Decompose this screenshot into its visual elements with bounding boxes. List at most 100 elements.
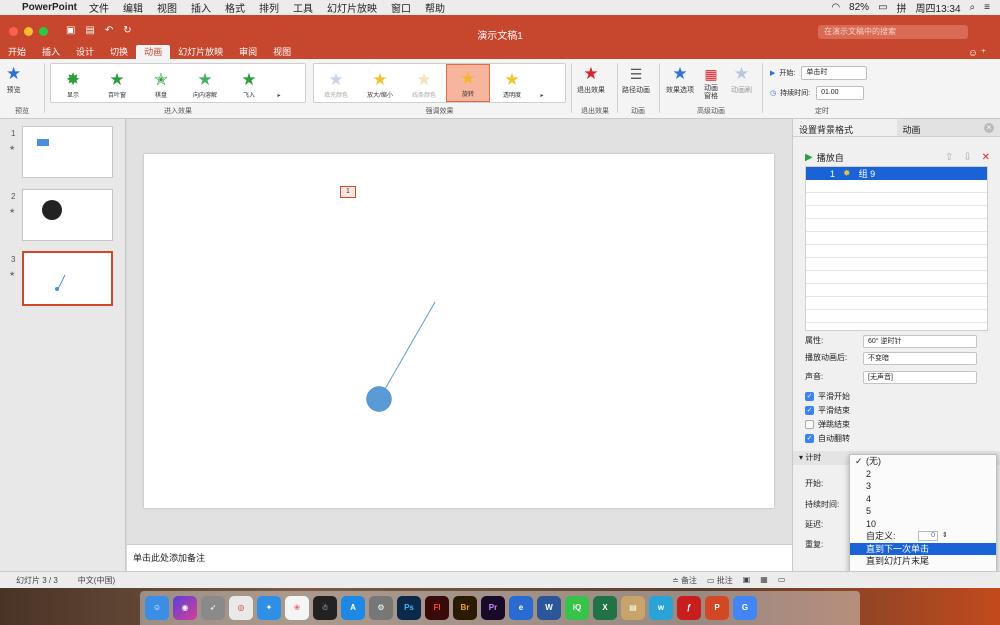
chrome-icon[interactable]: ◎ [229,596,253,620]
repeat-option-5[interactable]: 5 [850,505,996,518]
bounce-end-checkbox[interactable]: 弹跳结束 [805,419,977,430]
tab-review[interactable]: 审阅 [231,45,265,59]
play-icon[interactable]: ▶ [805,152,813,163]
custom-value-input[interactable]: 0 [918,531,938,541]
effect-checkerboard[interactable]: ✭ 棋盘 [139,64,183,102]
effect-fly-in[interactable]: ★ 飞入 [227,64,271,102]
menu-view[interactable]: 视图 [157,0,177,15]
start-select[interactable]: 单击时 [801,66,868,80]
path-animation-button[interactable]: ☰ 路径动画 [622,63,650,95]
effect-spin[interactable]: ★ 旋转 [446,64,490,102]
move-up-icon[interactable]: ⇧ [945,152,953,163]
effect-grow-shrink[interactable]: ★ 放大/缩小 [358,64,402,102]
menu-arrange[interactable]: 排列 [259,0,279,15]
tab-transitions[interactable]: 切换 [102,45,136,59]
notes-area[interactable]: 单击此处添加备注 [127,544,792,571]
menu-tools[interactable]: 工具 [293,0,313,15]
exit-effects-button[interactable]: ★ 退出效果 [577,63,605,95]
slide-thumbnail-3[interactable] [22,251,113,306]
flash-pro-icon[interactable]: Fl [425,596,449,620]
delete-icon[interactable]: ✕ [982,152,990,163]
effect-blinds[interactable]: ★ 百叶窗 [95,64,139,102]
repeat-option-until-end-of-slide[interactable]: 直到幻灯片末尾 [850,555,996,568]
account-icon[interactable]: ☺ ⁺ [968,48,1000,59]
tab-slideshow[interactable]: 幻灯片放映 [170,45,231,59]
close-pane-icon[interactable]: × [984,123,994,133]
repeat-option-until-next-click[interactable]: 直到下一次单击 [850,542,996,555]
qq-icon[interactable]: ☃ [313,596,337,620]
stepper-icon[interactable]: ⇕ [942,530,948,543]
pendulum-group[interactable] [144,154,774,508]
property-select[interactable]: 60° 逆时针 [863,335,977,348]
animation-pane-button[interactable]: ▦ 动画 窗格 [704,63,718,101]
effect-options-button[interactable]: ★ 效果选项 [666,63,694,95]
menu-format[interactable]: 格式 [225,0,245,15]
app-menu[interactable]: PowerPoint [22,2,77,13]
battery-icon[interactable]: ▭ [878,2,887,13]
wunderlist-icon[interactable]: w [649,596,673,620]
battery-percent[interactable]: 82% [849,2,869,13]
repeat-option-4[interactable]: 4 [850,493,996,506]
slide-thumbnail-2[interactable] [22,189,113,241]
search-icon[interactable]: ⌕ [970,2,976,13]
preview-button[interactable]: ★ 预览 [6,63,21,95]
normal-view-icon[interactable]: ▣ [743,575,751,586]
move-down-icon[interactable]: ⇩ [963,152,971,163]
safari-icon[interactable]: ✦ [257,596,281,620]
repeat-option-2[interactable]: 2 [850,468,996,481]
gallery-more-arrow[interactable]: ▸ [534,64,550,102]
iqiyi-icon[interactable]: iQ [565,596,589,620]
effect-appear[interactable]: ✸ 显示 [51,64,95,102]
siri-icon[interactable]: ◉ [173,596,197,620]
menu-insert[interactable]: 插入 [191,0,211,15]
system-preferences-icon[interactable]: ⚙ [369,596,393,620]
language-indicator[interactable]: 中文(中国) [78,575,115,586]
tab-design[interactable]: 设计 [68,45,102,59]
photoshop-icon[interactable]: Ps [397,596,421,620]
tab-format-background[interactable]: 设置背景格式 [793,119,897,136]
current-slide[interactable]: 1 [144,154,774,508]
launchpad-icon[interactable]: ➶ [201,596,225,620]
wifi-icon[interactable]: ◠ [831,2,840,13]
repeat-option-none[interactable]: ✓ (无) [850,455,996,468]
menu-window[interactable]: 窗口 [391,0,411,15]
tab-view[interactable]: 视图 [265,45,299,59]
flash-player-icon[interactable]: ƒ [677,596,701,620]
powerpoint-icon[interactable]: P [705,596,729,620]
tab-insert[interactable]: 插入 [34,45,68,59]
pendulum-bob[interactable] [366,386,392,412]
reading-view-icon[interactable]: ▭ [778,575,786,586]
slide-sorter-icon[interactable]: ▦ [760,575,768,586]
app-store-icon[interactable]: A [341,596,365,620]
menu-help[interactable]: 帮助 [425,0,445,15]
tab-animations[interactable]: 动画 [136,45,171,59]
menu-slideshow[interactable]: 幻灯片放映 [327,0,377,15]
repeat-option-10[interactable]: 10 [850,518,996,531]
premiere-icon[interactable]: Pr [481,596,505,620]
input-method[interactable]: 拼 [897,0,907,15]
word-icon[interactable]: W [537,596,561,620]
auto-reverse-checkbox[interactable]: ✓ 自动翻转 [805,433,977,444]
effect-dissolve-in[interactable]: ★ 向内溶解 [183,64,227,102]
effect-fill-color[interactable]: ★ 填充颜色 [314,64,358,102]
document-search-input[interactable]: 在演示文稿中的搜索 [818,25,968,39]
menu-list-icon[interactable]: ≡ [984,2,990,13]
excel-icon[interactable]: X [593,596,617,620]
bridge-icon[interactable]: Br [453,596,477,620]
preview-icon[interactable]: ▤ [621,596,645,620]
menu-file[interactable]: 文件 [89,0,109,15]
photos-icon[interactable]: ❀ [285,596,309,620]
effect-line-color[interactable]: ★ 线条颜色 [402,64,446,102]
clock[interactable]: 周四13:34 [916,0,961,15]
google-icon[interactable]: G [733,596,757,620]
slide-thumbnail-1[interactable] [22,126,113,178]
pendulum-line[interactable] [384,301,436,390]
sound-select[interactable]: [无声音] [863,371,977,384]
smooth-start-checkbox[interactable]: ✓ 平滑开始 [805,391,977,402]
tab-home[interactable]: 开始 [0,45,34,59]
comments-toggle-button[interactable]: ▭ 批注 [707,575,733,586]
finder-icon[interactable]: ☺ [145,596,169,620]
gallery-more-arrow[interactable]: ▸ [271,64,287,102]
repeat-option-3[interactable]: 3 [850,480,996,493]
menu-edit[interactable]: 编辑 [123,0,143,15]
